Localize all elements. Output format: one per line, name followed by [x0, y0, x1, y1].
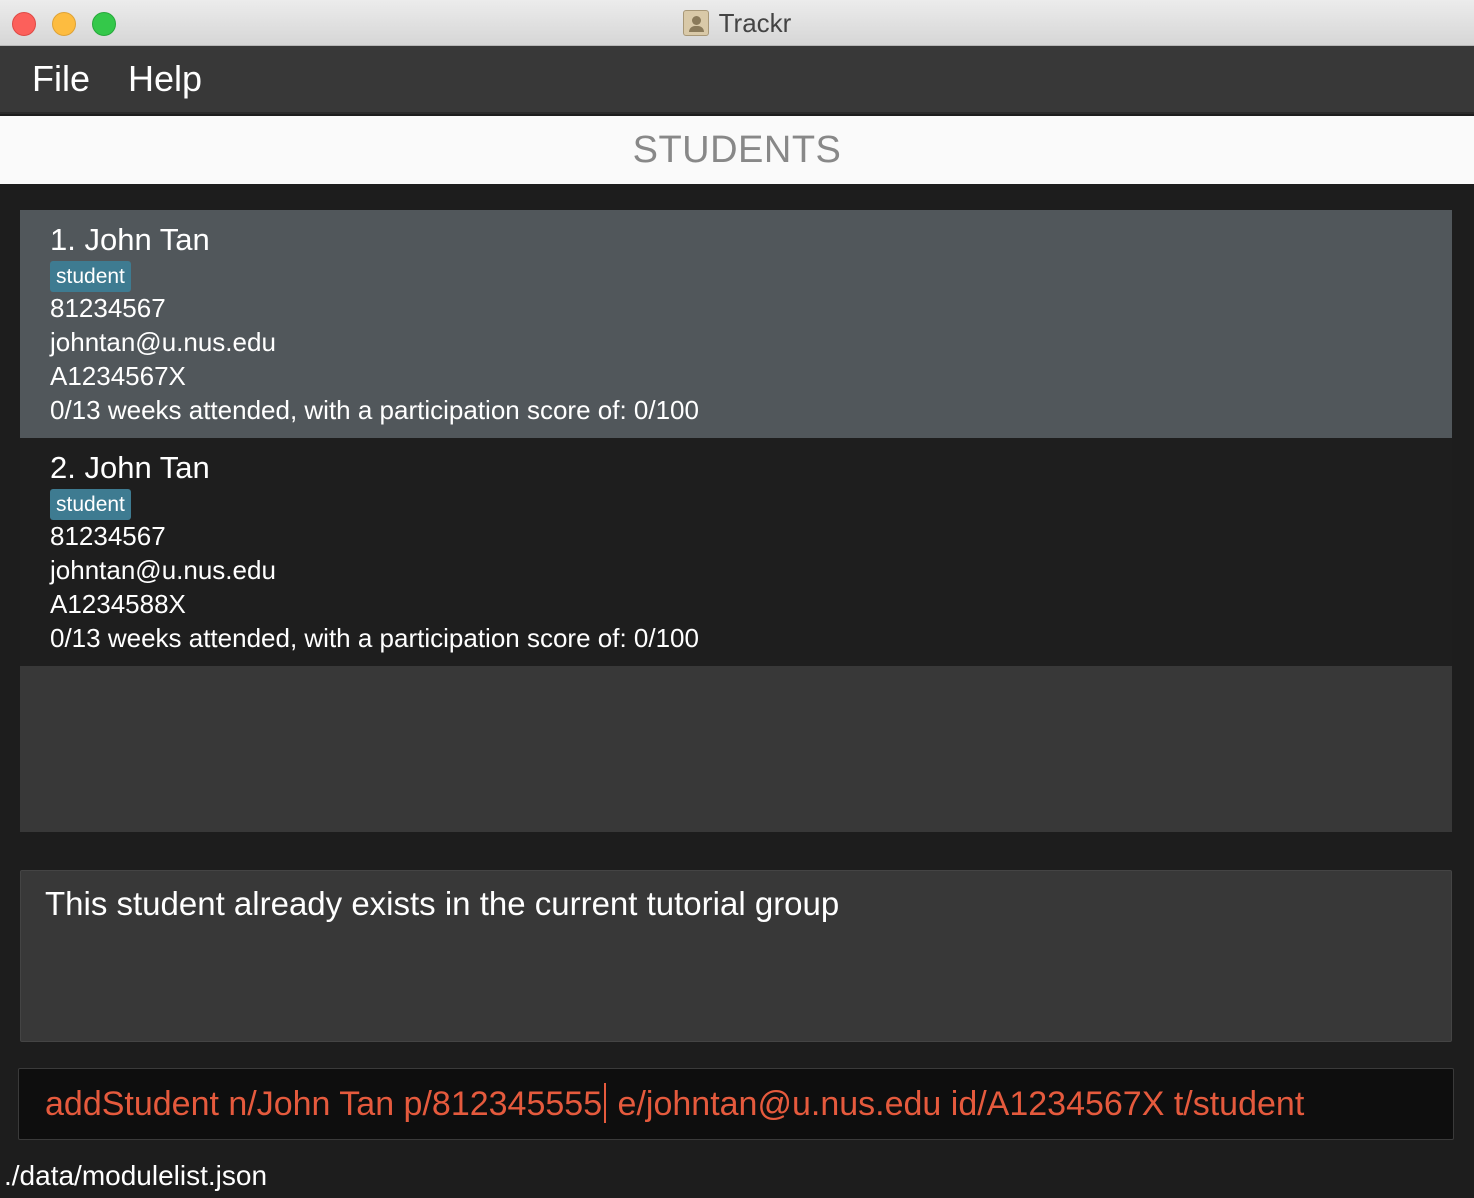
student-name: 2. John Tan — [50, 450, 210, 485]
student-card[interactable]: 2. John Tan student 81234567 johntan@u.n… — [20, 438, 1452, 666]
student-attendance: 0/13 weeks attended, with a participatio… — [50, 623, 699, 653]
student-list[interactable]: 1. John Tan student 81234567 johntan@u.n… — [20, 210, 1452, 832]
menu-file[interactable]: File — [32, 58, 90, 100]
contacts-app-icon — [682, 10, 709, 36]
menu-bar: File Help — [0, 46, 1474, 114]
student-card[interactable]: 1. John Tan student 81234567 johntan@u.n… — [20, 210, 1452, 438]
student-phone: 81234567 — [50, 521, 166, 551]
student-email: johntan@u.nus.edu — [50, 327, 276, 357]
page-title: STUDENTS — [632, 128, 842, 171]
result-message: This student already exists in the curre… — [45, 885, 840, 922]
window-title-area: Trackr — [0, 0, 1474, 46]
command-input[interactable]: addStudent n/John Tan p/812345555 e/john… — [45, 1083, 1304, 1124]
result-display: This student already exists in the curre… — [20, 870, 1452, 1042]
menu-help[interactable]: Help — [128, 58, 202, 100]
list-header: STUDENTS — [0, 116, 1474, 184]
command-text-before-caret: addStudent n/John Tan p/812345555 — [45, 1085, 603, 1123]
student-id: A1234588X — [50, 589, 186, 619]
student-id: A1234567X — [50, 361, 186, 391]
command-box[interactable]: addStudent n/John Tan p/812345555 e/john… — [18, 1068, 1454, 1140]
window-titlebar: Trackr — [0, 0, 1474, 46]
student-attendance: 0/13 weeks attended, with a participatio… — [50, 395, 699, 425]
student-tag: student — [50, 261, 131, 292]
student-phone: 81234567 — [50, 293, 166, 323]
student-email: johntan@u.nus.edu — [50, 555, 276, 585]
status-bar-path: ./data/modulelist.json — [4, 1160, 268, 1191]
student-tag: student — [50, 489, 131, 520]
window-title: Trackr — [718, 7, 792, 38]
text-caret — [604, 1083, 607, 1123]
student-name: 1. John Tan — [50, 222, 210, 257]
command-text-after-caret: e/johntan@u.nus.edu id/A1234567X t/stude… — [608, 1085, 1305, 1123]
